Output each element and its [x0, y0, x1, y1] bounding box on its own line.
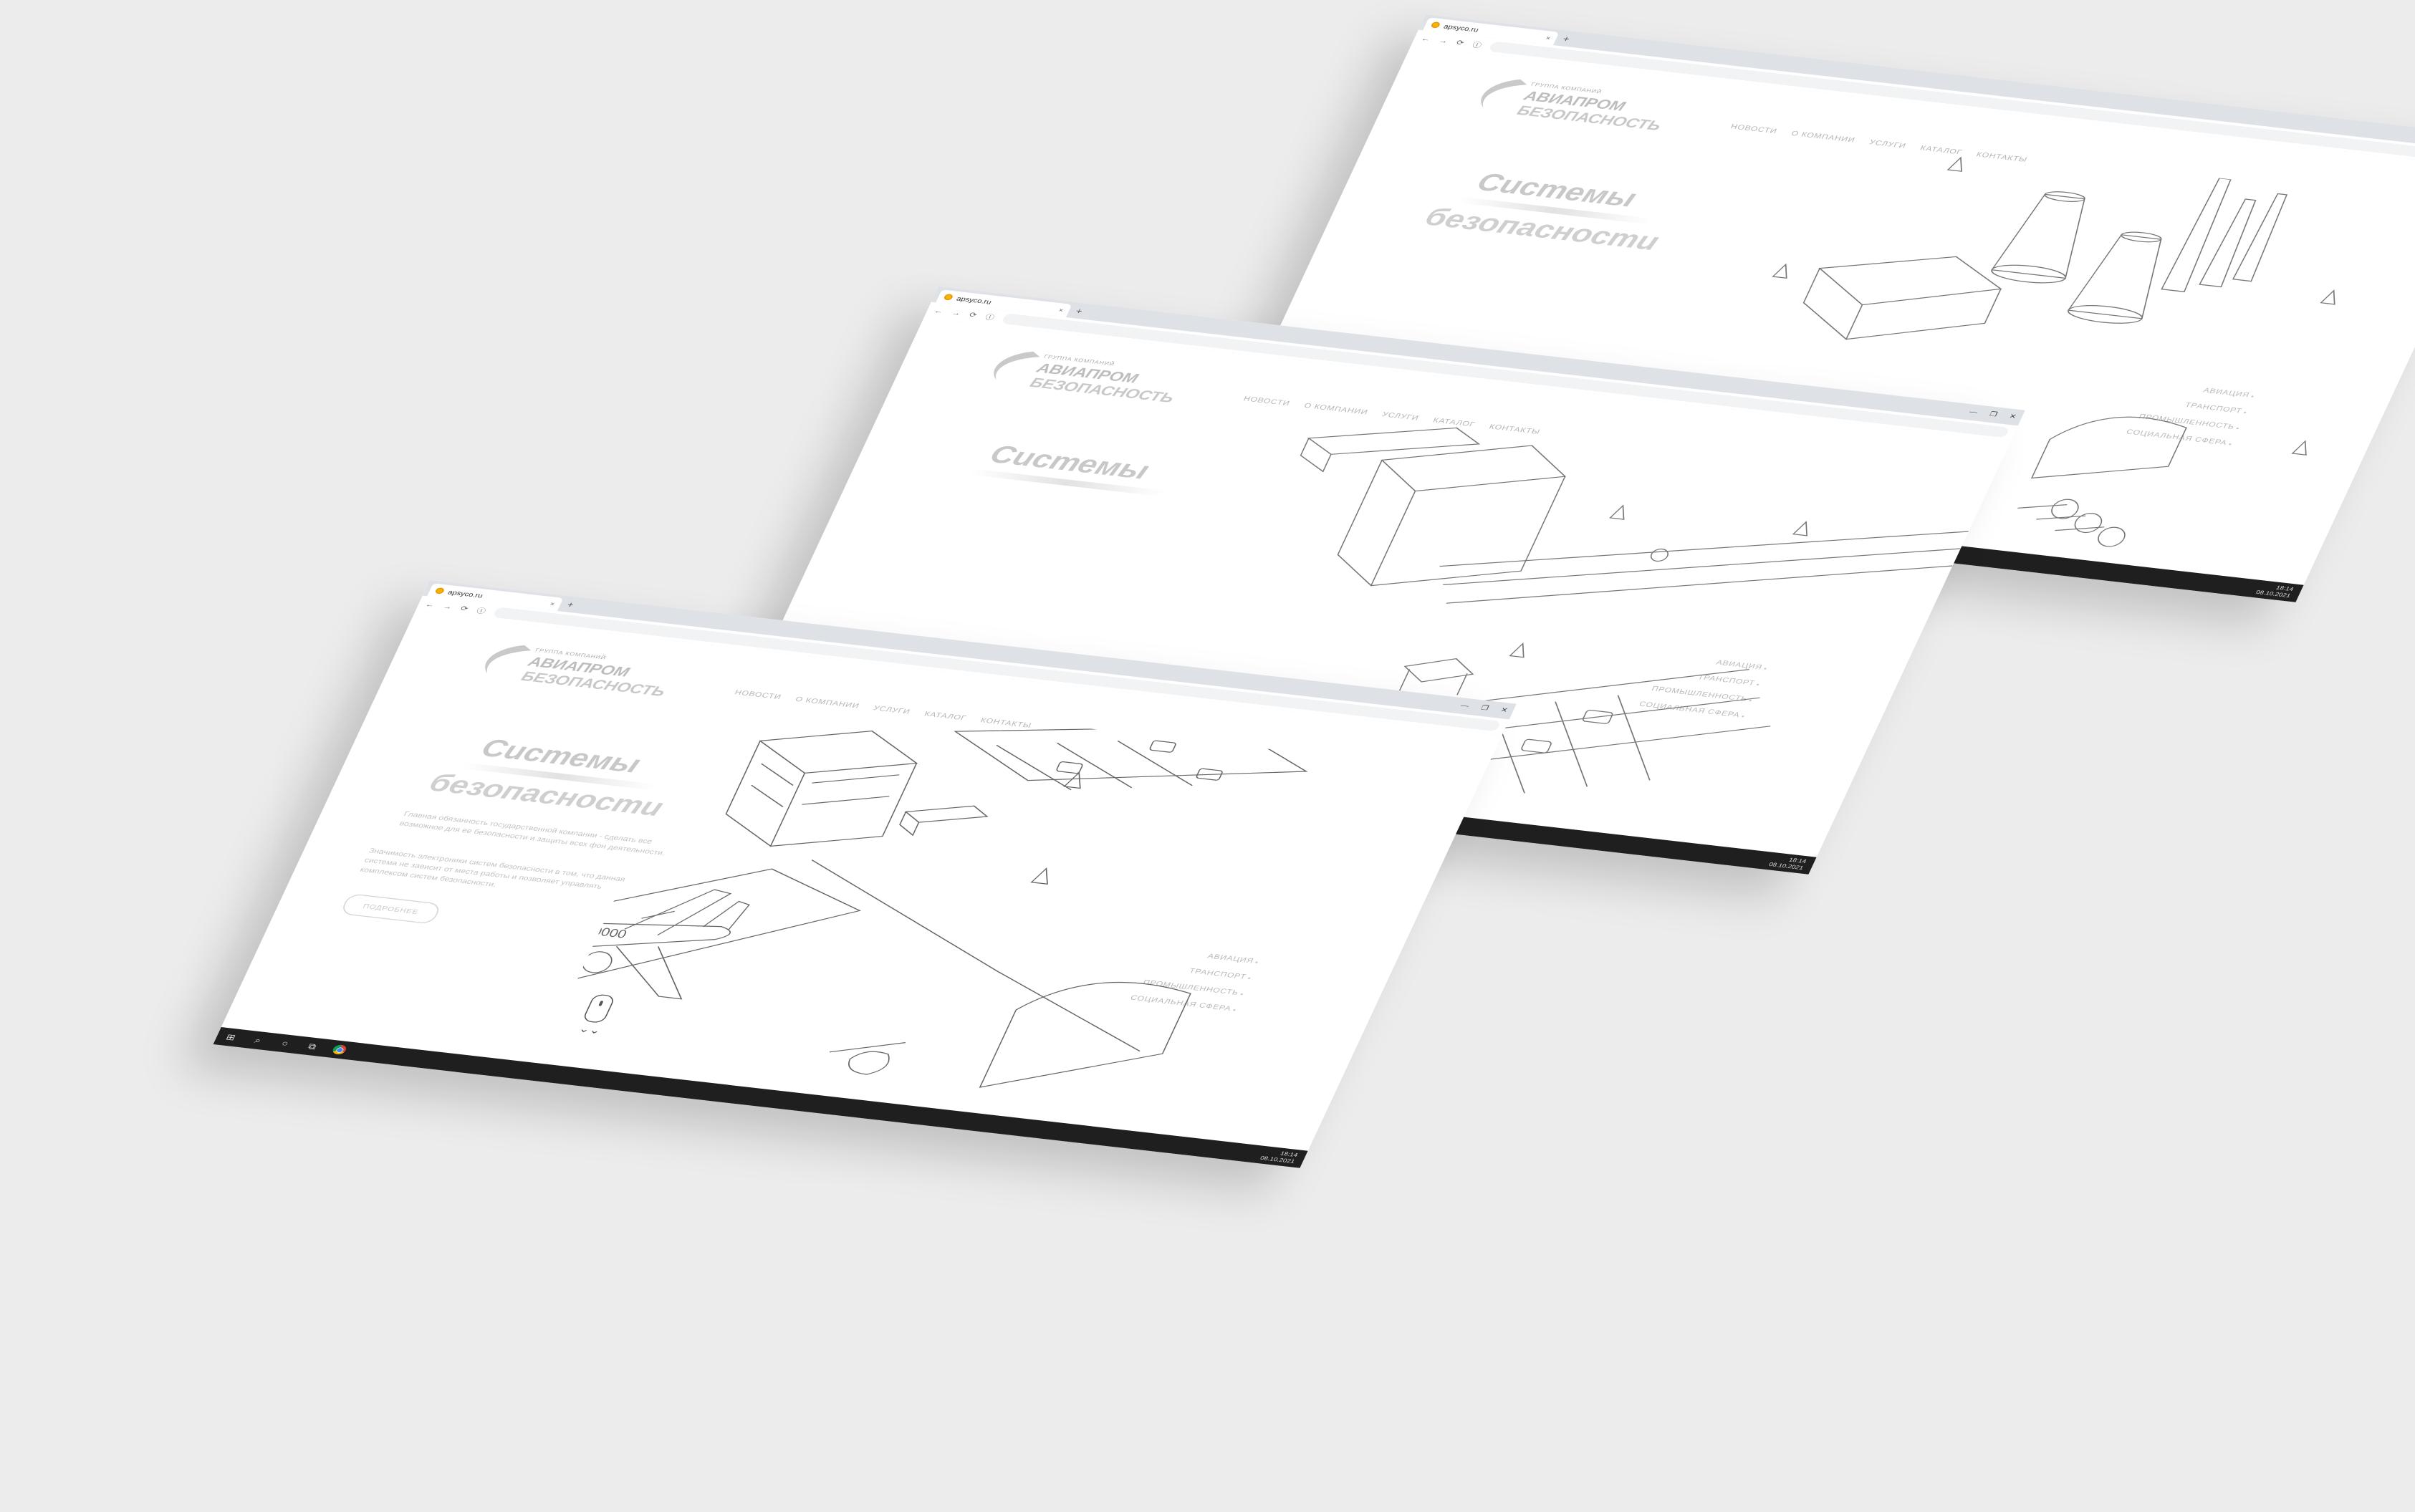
close-window-icon[interactable]: ✕ [2008, 413, 2018, 420]
back-icon[interactable]: ← [1420, 34, 1432, 43]
reload-icon[interactable]: ⟳ [1455, 39, 1466, 47]
favicon-icon [434, 587, 446, 594]
runway [537, 868, 861, 1041]
tab-title: аpsyco.ru [1442, 22, 1480, 34]
site-info-icon[interactable]: ⓘ [984, 312, 997, 322]
tab-title: аpsyco.ru [446, 588, 484, 599]
close-tab-icon[interactable]: × [1057, 307, 1065, 314]
reload-icon[interactable]: ⟳ [459, 605, 470, 612]
system-clock[interactable]: 18:14 08.10.2021 [2255, 582, 2303, 600]
site-logo[interactable]: ГРУППА КОМПАНИЙ АВИАПРОМ БЕЗОПАСНОСТЬ [466, 637, 668, 700]
back-icon[interactable]: ← [424, 600, 436, 609]
new-tab-button[interactable]: + [565, 600, 575, 610]
tanks [2017, 504, 2105, 531]
car-2 [1521, 738, 1552, 753]
mockup-scene: аpsyco.ru × + — ❐ ✕ ← → ⟳ ⓘ ГРУППА КОМПА… [0, 0, 2415, 1512]
tree-4 [2291, 440, 2307, 456]
bus [899, 805, 989, 837]
chimney-1 [2161, 177, 2232, 292]
tree-2 [2320, 289, 2335, 305]
reload-icon[interactable]: ⟳ [968, 311, 979, 319]
site-logo[interactable]: ГРУППА КОМПАНИЙ АВИАПРОМ БЕЗОПАСНОСТЬ [1462, 72, 1663, 135]
system-clock[interactable]: 18:14 08.10.2021 [1767, 854, 1815, 872]
back-icon[interactable]: ← [933, 307, 945, 315]
new-tab-button[interactable]: + [1074, 307, 1084, 317]
minimize-icon[interactable]: — [1459, 701, 1471, 709]
maximize-icon[interactable]: ❐ [1479, 704, 1490, 712]
parking-lot [954, 726, 1308, 791]
hero-paragraph-2: Значимость электроники систем безопаснос… [358, 847, 627, 891]
train-wagon [1300, 427, 1481, 473]
close-tab-icon[interactable]: × [1545, 34, 1552, 42]
forward-icon[interactable]: → [950, 309, 962, 317]
hangar [979, 981, 1191, 1088]
window-controls: — ❐ ✕ [1459, 701, 1509, 714]
favicon-icon [943, 294, 954, 301]
car-1 [1149, 740, 1176, 753]
site-logo[interactable]: ГРУППА КОМПАНИЙ АВИАПРОМ БЕЗОПАСНОСТЬ [975, 344, 1176, 407]
chrome-icon [331, 1044, 348, 1056]
car-2 [1056, 761, 1083, 774]
tank-end-3 [2098, 526, 2126, 547]
tree-3 [1772, 263, 1787, 279]
tree-round [1650, 548, 1669, 562]
office-building [725, 730, 918, 847]
close-tab-icon[interactable]: × [549, 600, 556, 607]
tree-2 [1792, 521, 1808, 536]
favicon-icon [1430, 21, 1441, 29]
minimize-icon[interactable]: — [1968, 408, 1979, 415]
system-clock[interactable]: 18:14 08.10.2021 [1259, 1148, 1307, 1166]
close-window-icon[interactable]: ✕ [1499, 706, 1509, 714]
site-info-icon[interactable]: ⓘ [1471, 39, 1484, 49]
tree-round-1 [663, 693, 682, 706]
tree-1 [1946, 156, 1962, 172]
new-tab-button[interactable]: + [1561, 34, 1571, 44]
airplane-windows: 000000 [574, 923, 629, 941]
forward-icon[interactable]: → [1437, 37, 1449, 45]
railway-tracks [1439, 531, 1969, 604]
forward-icon[interactable]: → [441, 602, 453, 611]
station-building [1337, 445, 1567, 587]
hangar [2030, 416, 2187, 479]
tree-1 [1609, 504, 1625, 520]
site-info-icon[interactable]: ⓘ [475, 605, 488, 615]
more-button[interactable]: ПОДРОБНЕЕ [340, 893, 443, 925]
helicopter [829, 1042, 906, 1075]
tree-3 [1509, 642, 1525, 658]
maximize-icon[interactable]: ❐ [1988, 410, 1999, 418]
window-controls: — ❐ ✕ [1968, 408, 2018, 420]
warehouse-building [1802, 256, 2002, 340]
tree-3 [1030, 867, 1048, 885]
tab-title: аpsyco.ru [955, 294, 993, 306]
tank-end-2 [2074, 513, 2103, 534]
tree-4 [1063, 771, 1081, 789]
